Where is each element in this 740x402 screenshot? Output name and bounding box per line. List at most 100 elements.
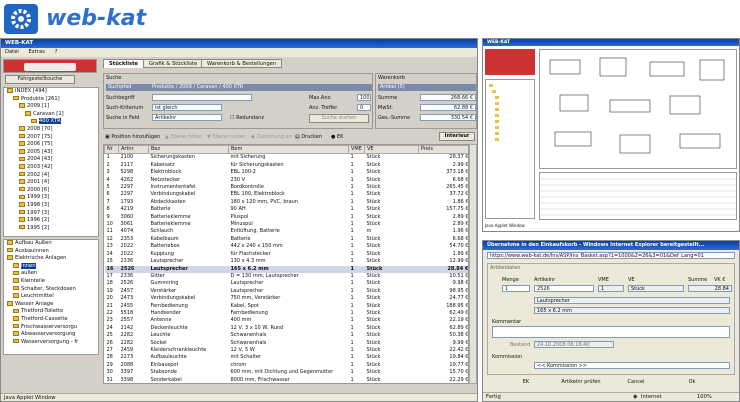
tree-item[interactable]: Thetford-Toilette — [4, 308, 98, 316]
kommission-select[interactable]: << Kommission >> — [534, 362, 730, 369]
kommentar-input[interactable] — [492, 326, 730, 338]
table-row[interactable]: 20 2473 Verbindungskabel 750 mm, Verstärker… — [105, 295, 469, 302]
tree-item[interactable]: Produkte [261] — [4, 96, 98, 104]
tree-item[interactable]: 2008 [70] — [4, 126, 98, 134]
table-row[interactable]: 15 2336 Lautsprecher 130 x 4.3 mm 1 Stück 12.9… — [105, 258, 469, 265]
tree-item[interactable]: außen — [4, 270, 98, 278]
ebene-hoeher-button[interactable]: ▲ Ebene höher — [165, 134, 202, 140]
table-row[interactable]: 13 2022 Batteriebox 442 x 240 x 150 mm 1 Stüc… — [105, 243, 469, 250]
col-header[interactable]: Bez — [148, 145, 229, 155]
address-bar[interactable]: https://www.web-kat.de/Ins/ASP/Ins_Baske… — [487, 252, 735, 259]
tree-item[interactable]: 2004 [43] — [4, 156, 98, 164]
table-row[interactable]: 24 2142 Deckenleuchte 12 V, 3 x 10 W, Rund 1… — [105, 325, 469, 332]
fahrgestell-button[interactable]: Fahrgestelltouche — [5, 75, 75, 84]
tree-item[interactable]: Abwasserversorgung — [4, 331, 98, 339]
tree-item[interactable]: Leuchtmittel — [4, 293, 98, 301]
tab-grafik[interactable]: Grafik & Stückliste — [143, 59, 204, 68]
cancel-button[interactable]: Cancel — [611, 379, 661, 388]
tree-item[interactable]: 2006 [75] — [4, 141, 98, 149]
tree-item[interactable]: 2007 [75] — [4, 134, 98, 142]
tree-item[interactable]: 1999 [3] — [4, 194, 98, 202]
table-row[interactable]: 1 2100 Sicherungskasten mit Sicherung 1 Stück… — [105, 154, 469, 162]
tree-item[interactable]: Frischwasserversorgu — [4, 324, 98, 332]
tree-item[interactable]: 2000 [6] — [4, 187, 98, 195]
suche-starten-button[interactable]: Suche starten — [309, 114, 369, 123]
table-row[interactable]: 31 3398 Sonderkabel 8000 mm, Frischwasser 1 S… — [105, 377, 469, 383]
table-row[interactable]: 22 5518 Handsender Fernbedienung 1 Stück 62.49… — [105, 310, 469, 317]
tree-item[interactable]: 1995 [2] — [4, 225, 98, 233]
table-row[interactable]: 10 3061 Batterieklemme Minuspol 1 Stück 2.89 € — [105, 221, 469, 228]
interieur-button[interactable]: Interieur — [439, 132, 475, 141]
print-button[interactable]: ▤ Drucken — [295, 134, 322, 140]
artnr-pruefen-button[interactable]: Artikelnr prüfen — [551, 379, 611, 388]
tree-item[interactable]: Wasserversorgung - fr — [4, 339, 98, 347]
tree-item[interactable]: Schalter, Steckdosen — [4, 286, 98, 294]
table-row[interactable]: 23 2557 Antenne 400 mm 1 Stück 22.19 € — [105, 317, 469, 324]
tree-item[interactable]: 2001 [4] — [4, 179, 98, 187]
ek-button[interactable]: ● EK — [331, 134, 343, 140]
col-header[interactable]: Bem — [228, 145, 349, 155]
tree-item[interactable]: 2005 [43] — [4, 149, 98, 157]
tree-item[interactable]: innen — [4, 262, 98, 271]
tree-item[interactable]: 1996 [2] — [4, 217, 98, 225]
tree-item[interactable]: 2009 [1] — [4, 103, 98, 111]
table-row[interactable]: 29 2088 Einbauspot chrom 1 Stück 19.77 € — [105, 362, 469, 369]
zuordnung-button[interactable]: ◆ Zuordnung an — [251, 134, 292, 140]
dialog-ek-button[interactable]: EK — [501, 379, 551, 388]
tree-item[interactable]: Kleinteile — [4, 278, 98, 286]
add-position-button[interactable]: ▣ Position hinzufügen — [105, 134, 160, 140]
tree-item[interactable]: 400 XTR — [4, 118, 98, 126]
table-row[interactable]: 11 4074 Schlauch Entlüftung, Batterie 1 m 1.96… — [105, 228, 469, 235]
tree-item[interactable]: 2003 [42] — [4, 164, 98, 172]
table-row[interactable]: 3 5298 Elektroblock EBL 100-2 1 Stück 373.18 € — [105, 169, 469, 176]
table-row[interactable]: 8 4219 Batterie 90 AH 1 Stück 157.75 € — [105, 206, 469, 213]
redundanz-checkbox[interactable]: ☐ Redundanz — [230, 115, 264, 121]
feld-select[interactable]: Artikelnr — [152, 114, 222, 121]
table-row[interactable]: 9 3060 Batterieklemme Pluspol 1 Stück 2.89 € — [105, 214, 469, 221]
col-header[interactable]: Preis — [418, 145, 468, 155]
table-row[interactable]: 6 2297 Verbindungskabel EBL 100, Elektroblo… — [105, 191, 469, 198]
col-header[interactable]: Nr — [104, 145, 119, 155]
table-row[interactable]: 21 2455 Fernbedienung Kabel, Spot 1 Stück 188.… — [105, 303, 469, 310]
col-header[interactable]: VME — [348, 145, 365, 155]
table-row[interactable]: 16 2526 Lautsprecher 165 x 6.2 mm 1 Stück 28.8… — [104, 265, 468, 273]
tree-item[interactable]: 1998 [3] — [4, 202, 98, 210]
max-input[interactable]: 100 — [357, 94, 371, 101]
kriterium-select[interactable]: ist gleich — [152, 104, 222, 111]
tree-item[interactable]: Wasser Anlage — [4, 301, 98, 309]
table-row[interactable]: 19 2457 Verstärker Lautsprecher 1 Stück 98.95 … — [105, 288, 469, 295]
table-row[interactable]: 14 2022 Kupplung für Flachstecker 1 Stück 1.89… — [105, 251, 469, 258]
table-row[interactable]: 2 2117 Kabelsatz für Sicherungskasten 1 Stück… — [105, 162, 469, 169]
tree-item[interactable]: Ausbauinnen — [4, 248, 98, 256]
table-row[interactable]: 18 2526 Gummiring Lautsprecher 1 Stück 9.98 € — [105, 280, 469, 287]
table-row[interactable]: 26 2282 Sockel Schwanenhals 1 Stück 9.99 € — [105, 340, 469, 347]
ebene-runter-button[interactable]: ▼ Ebene runter — [207, 134, 245, 140]
table-row[interactable]: 5 2297 Instrumententafel Bordkontrolle 1 Stüc… — [105, 184, 469, 191]
tree-item[interactable]: INDEX [494] — [4, 88, 98, 96]
tree-item[interactable]: 1997 [3] — [4, 210, 98, 218]
tree-item[interactable]: Thetford-Cassette — [4, 316, 98, 324]
table-row[interactable]: 28 2273 Aufbauleuchte mit Schalter 1 Stück 19.… — [105, 354, 469, 361]
tree-item[interactable]: 2002 [4] — [4, 172, 98, 180]
menge-input[interactable]: 1 — [502, 285, 530, 292]
artnr-input[interactable]: 2526 — [534, 285, 594, 292]
table-row[interactable]: 12 2353 Kabelbaum Batterie 1 Stück 6.68 € — [105, 236, 469, 243]
table-row[interactable]: 7 1793 Abdeckkasten 180 x 120 mm, PVC, brau… — [105, 199, 469, 206]
ok-button[interactable]: Ok — [667, 379, 717, 388]
tab-warenkorb[interactable]: Warenkorb & Bestellungen — [201, 59, 283, 68]
col-header[interactable]: Artnr — [118, 145, 149, 155]
menu-datei[interactable]: Datei — [5, 49, 19, 55]
table-row[interactable]: 30 3397 Stabsonde 600 mm, mit Dichtung und … — [105, 369, 469, 376]
table-row[interactable]: 25 2282 Leuchte Schwanenhals 1 Stück 50.38 € — [105, 332, 469, 339]
table-row[interactable]: 17 2336 Gitter D = 130 mm, Lautsprecher 1 Stü… — [105, 273, 469, 280]
zoom-level[interactable]: 100% — [697, 393, 712, 402]
menu-help[interactable]: ? — [55, 49, 58, 55]
table-scrollbar[interactable] — [469, 144, 477, 384]
table-row[interactable]: 27 2459 Kleiderschrankleuchte 12 V, 5 W 1 Stü… — [105, 347, 469, 354]
tree-item[interactable]: Caravan [1] — [4, 111, 98, 119]
suchbegriff-input[interactable] — [152, 94, 252, 101]
tree-item[interactable]: Elektrische Anlagen — [4, 255, 98, 263]
col-header[interactable]: VE — [364, 145, 419, 155]
tree-item[interactable]: Aufbau Außen — [4, 240, 98, 248]
table-row[interactable]: 4 4262 Netzstecker 230 V 1 Stück 6.68 € — [105, 177, 469, 184]
